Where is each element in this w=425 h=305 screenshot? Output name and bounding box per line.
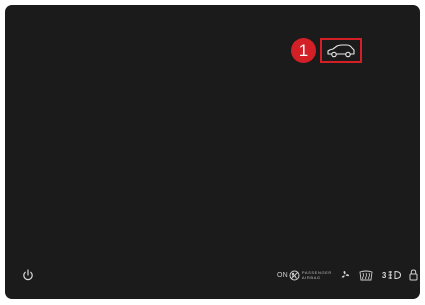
airbag-state-label: ON	[277, 271, 288, 279]
callout-badge: 1	[291, 38, 316, 63]
car-icon[interactable]	[326, 43, 356, 58]
headlight-level-icon	[388, 270, 402, 280]
windshield-defrost-icon[interactable]	[359, 270, 373, 281]
passenger-airbag-indicator: ON PASSENGER AIRBAG	[277, 270, 332, 281]
power-icon[interactable]	[22, 269, 34, 281]
status-bar: ON PASSENGER AIRBAG 3	[277, 267, 418, 283]
airbag-label-line2: AIRBAG	[301, 275, 321, 280]
highlight-box	[320, 38, 362, 63]
fan-icon[interactable]	[340, 270, 350, 280]
airbag-off-icon	[289, 270, 300, 281]
headlight-level-value: 3	[381, 270, 387, 280]
vehicle-display-screen: 1 ON PASSENGER AIRBAG 3	[5, 5, 420, 299]
lock-icon[interactable]	[409, 269, 418, 281]
headlight-level-indicator: 3	[381, 270, 402, 280]
